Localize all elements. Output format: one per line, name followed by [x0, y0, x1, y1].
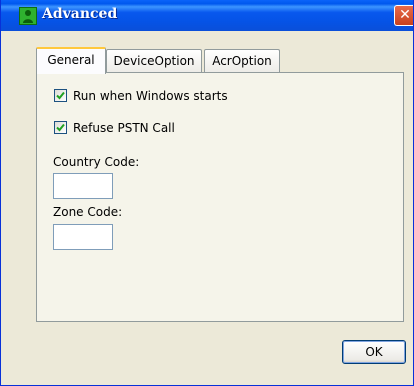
general-tab-panel: Run when Windows starts Refuse PSTN Call… [36, 72, 404, 322]
zone-code-label: Zone Code: [53, 205, 123, 219]
close-button[interactable]: ✕ [394, 5, 413, 26]
advanced-dialog: Advanced ✕ General DeviceOption AcrOptio… [0, 0, 414, 386]
zone-code-input[interactable] [53, 224, 113, 250]
ok-button[interactable]: OK [342, 340, 406, 364]
country-code-input[interactable] [53, 173, 113, 199]
user-icon [19, 7, 37, 25]
tab-acroption[interactable]: AcrOption [204, 49, 280, 73]
run-on-startup-label: Run when Windows starts [73, 89, 228, 103]
check-icon[interactable] [54, 89, 67, 102]
window-title: Advanced [42, 6, 118, 22]
check-icon[interactable] [54, 121, 67, 134]
tab-deviceoption[interactable]: DeviceOption [106, 49, 202, 73]
tab-general[interactable]: General [36, 47, 106, 74]
refuse-pstn-label: Refuse PSTN Call [73, 121, 175, 135]
title-bar[interactable]: Advanced ✕ [1, 0, 413, 31]
country-code-label: Country Code: [53, 155, 140, 169]
